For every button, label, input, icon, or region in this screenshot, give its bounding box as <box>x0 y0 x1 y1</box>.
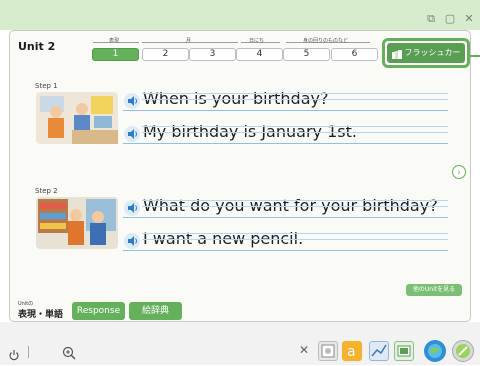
tab-response[interactable]: Response <box>72 302 125 320</box>
guide-line <box>123 217 448 218</box>
speaker-icon[interactable] <box>124 233 140 249</box>
tab-5[interactable]: 5 <box>283 48 330 61</box>
tab-6[interactable]: 6 <box>331 48 378 61</box>
zoom-icon[interactable] <box>62 345 76 360</box>
tab-group-label: 日にち <box>249 38 265 44</box>
step-2-illustration <box>36 197 118 249</box>
other-unit-button[interactable]: 他のUnitを見る <box>406 284 462 296</box>
tab-2[interactable]: 2 <box>142 48 189 61</box>
step-2-label: Step 2 <box>35 187 58 195</box>
guide-line <box>142 93 448 94</box>
guide-line <box>142 132 448 133</box>
tab-dictionary[interactable]: 絵辞典 <box>129 302 182 320</box>
step-1-illustration <box>36 92 118 144</box>
callout-line <box>470 55 480 57</box>
tab-group-label: 身の回りのものなど <box>303 38 349 44</box>
guide-line <box>142 126 448 127</box>
chart-icon[interactable] <box>369 341 389 361</box>
content-panel <box>9 30 471 322</box>
tab-group-label: 表現 <box>109 38 120 44</box>
speaker-icon[interactable] <box>124 126 140 142</box>
globe-icon[interactable] <box>424 340 446 362</box>
svg-text:a: a <box>347 344 356 360</box>
next-arrow-button[interactable]: › <box>452 165 466 179</box>
tab-group-label: 月 <box>186 38 192 44</box>
guide-line <box>142 239 448 240</box>
alpha-icon[interactable]: a <box>342 341 362 361</box>
restore-icon[interactable]: ⧉ <box>425 13 437 25</box>
tab-4[interactable]: 4 <box>236 48 283 61</box>
timer-icon[interactable] <box>318 341 338 361</box>
power-icon[interactable] <box>8 346 20 361</box>
title-bar <box>0 0 480 30</box>
guide-line <box>142 99 448 100</box>
guide-line <box>142 233 448 234</box>
step-1-label: Step 1 <box>35 82 58 90</box>
divider <box>28 346 29 358</box>
tab-1[interactable]: 1 <box>92 48 139 61</box>
guide-line <box>123 143 448 144</box>
guide-line <box>123 250 448 251</box>
tab-expression[interactable]: 表現・単語 <box>18 307 63 320</box>
close-toolbar-icon[interactable]: ✕ <box>299 343 309 357</box>
speaker-icon[interactable] <box>124 93 140 109</box>
unit-small-label: Unitの <box>18 301 34 307</box>
close-window-icon[interactable]: ✕ <box>463 13 475 25</box>
pencil-icon[interactable] <box>452 340 474 362</box>
guide-line <box>142 200 448 201</box>
unit-title: Unit 2 <box>18 40 56 53</box>
guide-line <box>123 110 448 111</box>
flashcard-button[interactable]: フラッシュカード <box>387 43 465 77</box>
maximize-icon[interactable]: ▢ <box>444 13 456 25</box>
guide-line <box>142 206 448 207</box>
speaker-icon[interactable] <box>124 200 140 216</box>
film-icon[interactable] <box>394 341 414 361</box>
tab-3[interactable]: 3 <box>189 48 236 61</box>
cards-icon <box>392 48 402 59</box>
